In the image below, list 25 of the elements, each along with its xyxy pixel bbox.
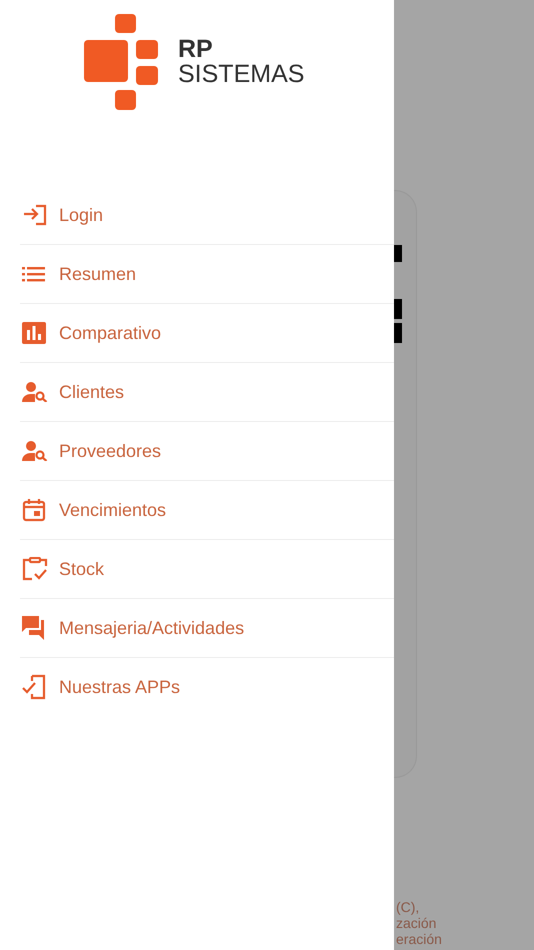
login-icon bbox=[22, 204, 48, 226]
logo-text: SISTEMAS bbox=[178, 62, 304, 87]
clipboard-check-icon bbox=[22, 557, 48, 581]
body-text: (C), bbox=[396, 899, 420, 915]
logo-icon bbox=[84, 14, 158, 110]
menu-item[interactable]: Stock bbox=[20, 540, 394, 599]
menu-item[interactable]: Nuestras APPs bbox=[20, 658, 394, 716]
menu-item[interactable]: Comparativo bbox=[20, 304, 394, 363]
menu-item[interactable]: Mensajeria/Actividades bbox=[20, 599, 394, 658]
menu-item[interactable]: Resumen bbox=[20, 245, 394, 304]
calendar-icon bbox=[22, 498, 46, 522]
menu-item[interactable]: Proveedores bbox=[20, 422, 394, 481]
menu-item[interactable]: Vencimientos bbox=[20, 481, 394, 540]
person-search-icon bbox=[22, 382, 48, 402]
dark-block bbox=[394, 245, 402, 262]
bar-chart-icon bbox=[22, 322, 46, 344]
dark-block bbox=[394, 323, 402, 343]
phone-check-icon bbox=[22, 674, 46, 700]
body-text: eración bbox=[396, 931, 443, 947]
list-icon bbox=[22, 266, 46, 282]
dark-block bbox=[394, 299, 402, 319]
logo-text: RP bbox=[178, 37, 214, 62]
body-text: zación bbox=[396, 915, 438, 931]
person-search-icon bbox=[22, 441, 48, 461]
menu-item[interactable]: Clientes bbox=[20, 363, 394, 422]
